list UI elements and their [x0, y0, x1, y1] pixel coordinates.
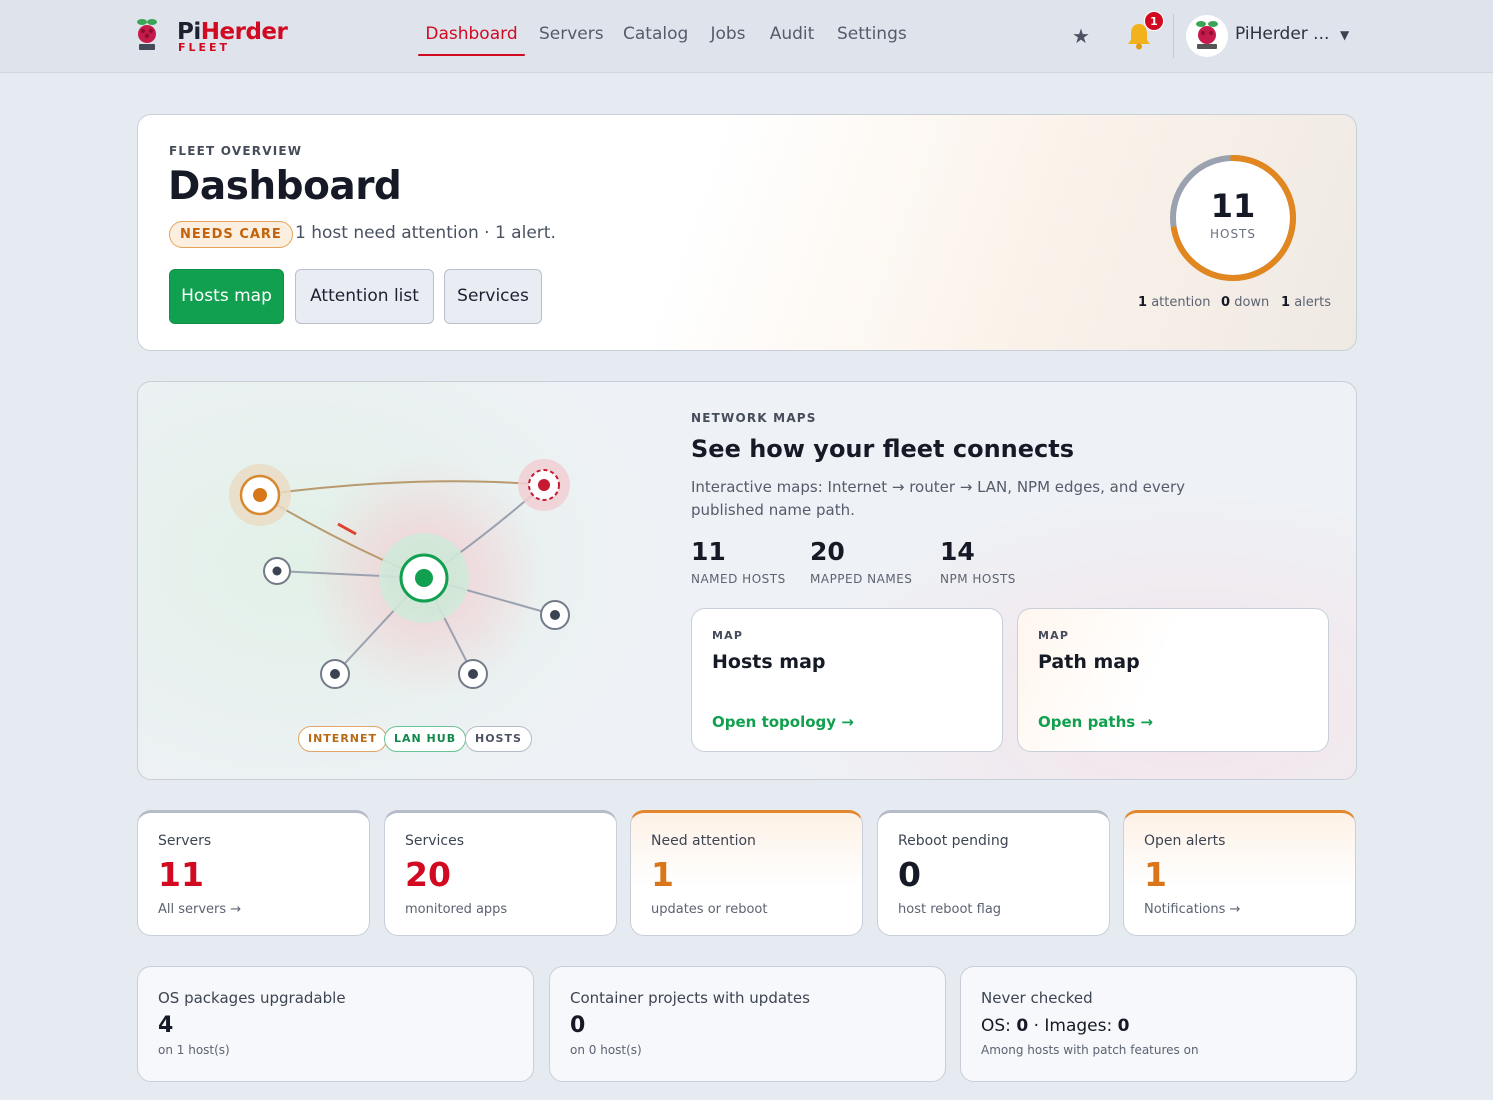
never-checked-label: Never checked — [981, 989, 1093, 1007]
avatar-raspberry-icon — [1196, 21, 1218, 49]
fleet-overview-eyebrow: FLEET OVERVIEW — [169, 144, 303, 158]
tile-value: 1 — [651, 855, 674, 894]
attention-stat: 1 attention — [1138, 295, 1211, 310]
tile-value: 1 — [1144, 855, 1167, 894]
tile-value: 0 — [898, 855, 921, 894]
network-maps-title: See how your fleet connects — [691, 435, 1075, 463]
page-title: Dashboard — [168, 164, 402, 209]
open-paths-link[interactable]: Open paths → — [1038, 713, 1153, 731]
app-logo[interactable]: PiHerder FLEET — [134, 17, 288, 57]
notifications-link[interactable]: Notifications → — [1144, 902, 1240, 917]
tile-subtext: updates or reboot — [651, 902, 768, 917]
open-alerts-tile[interactable]: Open alerts 1 Notifications → — [1123, 810, 1356, 936]
tile-value: 20 — [405, 855, 451, 894]
tile-label: Open alerts — [1144, 833, 1226, 849]
star-icon[interactable]: ★ — [1072, 24, 1090, 48]
host-node-1 — [263, 557, 291, 585]
hosts-label: HOSTS — [1209, 227, 1257, 241]
attention-list-button[interactable]: Attention list — [295, 269, 434, 324]
alerts-stat: 1 alerts — [1281, 295, 1331, 310]
servers-tile[interactable]: Servers 11 All servers → — [137, 810, 370, 936]
nav-audit[interactable]: Audit — [769, 18, 815, 56]
all-servers-link[interactable]: All servers → — [158, 902, 241, 917]
hosts-map-card[interactable]: MAP Hosts map Open topology → — [691, 608, 1003, 752]
tile-subtext: host reboot flag — [898, 902, 1002, 917]
container-updates-label: Container projects with updates — [570, 989, 810, 1007]
never-checked-card[interactable]: Never checked OS: 0 · Images: 0 Among ho… — [960, 966, 1357, 1082]
app-subtitle: FLEET — [178, 41, 231, 54]
os-packages-subtext: on 1 host(s) — [158, 1043, 230, 1057]
user-name[interactable]: PiHerder ... — [1235, 24, 1329, 44]
mapped-names-value: 20 — [810, 537, 845, 566]
services-button[interactable]: Services — [444, 269, 542, 324]
network-maps-description: Interactive maps: Internet → router → LA… — [691, 478, 1186, 519]
internet-node-dot — [253, 488, 267, 502]
raspberry-logo-icon — [137, 19, 157, 50]
tile-label: Services — [405, 833, 465, 849]
os-packages-value: 4 — [158, 1013, 174, 1038]
services-tile[interactable]: Services 20 monitored apps — [384, 810, 617, 936]
npm-hosts-label: NPM HOSTS — [940, 572, 1016, 586]
notification-count-badge: 1 — [1144, 11, 1164, 31]
npm-hosts-value: 14 — [940, 537, 975, 566]
tile-label: Reboot pending — [898, 833, 1009, 849]
network-maps-card: INTERNET LAN HUB HOSTS NETWORK MAPS See … — [137, 381, 1357, 780]
nav-jobs[interactable]: Jobs — [708, 18, 748, 56]
tile-value: 11 — [158, 855, 204, 894]
legend-lan-hub: LAN HUB — [384, 726, 467, 752]
tile-label: Need attention — [651, 833, 756, 849]
network-maps-eyebrow: NETWORK MAPS — [691, 411, 817, 425]
open-topology-link[interactable]: Open topology → — [712, 713, 854, 731]
top-navbar: PiHerder FLEET Dashboard Servers Catalog… — [0, 0, 1493, 73]
nav-dashboard[interactable]: Dashboard — [418, 18, 525, 56]
status-summary: 1 host need attention · 1 alert. — [295, 223, 556, 243]
named-hosts-label: NAMED HOSTS — [691, 572, 786, 586]
legend-hosts: HOSTS — [465, 726, 532, 752]
hosts-map-button[interactable]: Hosts map — [169, 269, 284, 324]
down-stat: 0 down — [1221, 295, 1270, 310]
never-checked-values: OS: 0 · Images: 0 — [981, 1016, 1130, 1036]
named-hosts-value: 11 — [691, 537, 726, 566]
hosts-map-eyebrow: MAP — [712, 629, 744, 642]
nav-servers[interactable]: Servers — [539, 18, 604, 56]
container-updates-subtext: on 0 host(s) — [570, 1043, 642, 1057]
path-map-title: Path map — [1038, 651, 1140, 673]
legend-internet: INTERNET — [298, 726, 388, 752]
host-node-3 — [320, 659, 350, 689]
user-avatar[interactable] — [1186, 15, 1228, 57]
host-node-4 — [458, 659, 488, 689]
tile-subtext: monitored apps — [405, 902, 508, 917]
gateway-node-dot — [538, 479, 550, 491]
container-updates-value: 0 — [570, 1013, 586, 1038]
os-packages-card[interactable]: OS packages upgradable 4 on 1 host(s) — [137, 966, 534, 1082]
path-map-card[interactable]: MAP Path map Open paths → — [1017, 608, 1329, 752]
lan-hub-dot — [415, 569, 433, 587]
status-badge: NEEDS CARE — [169, 221, 293, 248]
nav-divider — [1173, 14, 1174, 58]
host-node-2 — [540, 600, 570, 630]
need-attention-tile[interactable]: Need attention 1 updates or reboot — [630, 810, 863, 936]
reboot-pending-tile[interactable]: Reboot pending 0 host reboot flag — [877, 810, 1110, 936]
never-checked-subtext: Among hosts with patch features on — [981, 1043, 1199, 1057]
os-packages-label: OS packages upgradable — [158, 989, 346, 1007]
nav-settings[interactable]: Settings — [837, 18, 907, 56]
hosts-map-title: Hosts map — [712, 651, 826, 673]
container-updates-card[interactable]: Container projects with updates 0 on 0 h… — [549, 966, 946, 1082]
tile-label: Servers — [158, 833, 212, 849]
hosts-count: 11 — [1210, 187, 1256, 225]
network-topology-illustration — [229, 458, 570, 698]
fleet-overview-card: FLEET OVERVIEW Dashboard NEEDS CARE 1 ho… — [137, 114, 1357, 351]
nav-catalog[interactable]: Catalog — [623, 18, 688, 56]
path-map-eyebrow: MAP — [1038, 629, 1070, 642]
chevron-down-icon[interactable]: ▼ — [1340, 28, 1349, 42]
mapped-names-label: MAPPED NAMES — [810, 572, 913, 586]
